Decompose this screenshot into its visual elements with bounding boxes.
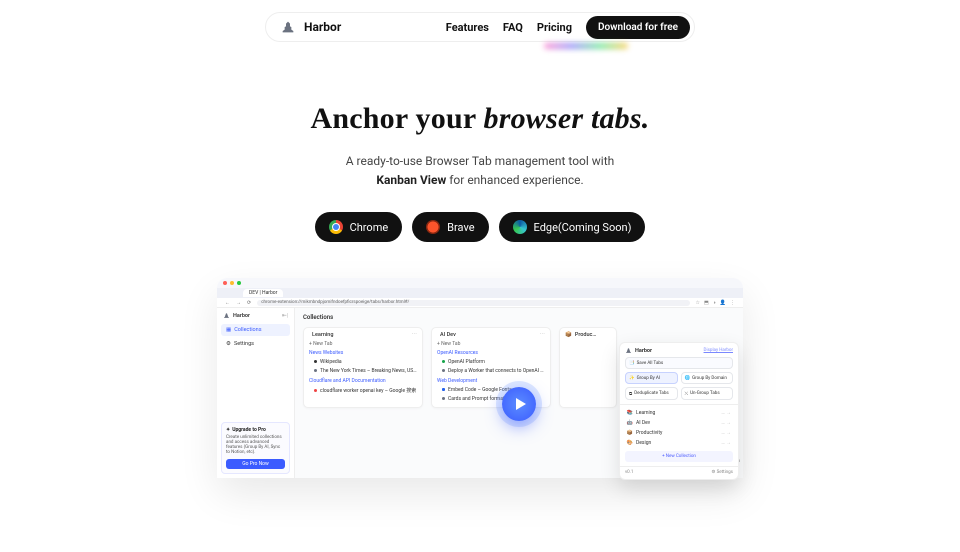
nav-pricing[interactable]: Pricing: [537, 21, 572, 34]
hero-heading: Anchor your browser tabs.: [0, 102, 960, 136]
browser-tabbar: DEV | Harbor: [217, 288, 743, 298]
hero: Anchor your browser tabs. A ready-to-use…: [0, 102, 960, 242]
product-screenshot: DEV | Harbor ←→⟳ chrome-extension://mikm…: [217, 278, 743, 478]
column-productivity: 📦Produc…: [559, 327, 617, 408]
nav-glow: [544, 43, 628, 49]
group-ai-button[interactable]: ✨Group By AI: [625, 372, 678, 384]
sidebar-item-settings[interactable]: ⚙Settings: [221, 338, 290, 350]
app-main: Collections Learning⋯ + New Tab News Web…: [295, 308, 743, 478]
display-harbor-link[interactable]: Display Harbor: [704, 348, 733, 353]
hero-sub: A ready-to-use Browser Tab management to…: [0, 152, 960, 190]
harbor-logo-icon: [280, 19, 296, 35]
new-collection-button[interactable]: + New Collection: [625, 451, 733, 462]
ungroup-button[interactable]: ⤬Un-Group Tabs: [681, 387, 734, 400]
top-nav: Harbor Features FAQ Pricing Download for…: [265, 12, 695, 42]
popup-item[interactable]: 🎨Design… →: [625, 438, 733, 448]
play-video-button[interactable]: [502, 387, 536, 421]
nav-faq[interactable]: FAQ: [503, 21, 523, 34]
popup-item[interactable]: 📚Learning… →: [625, 408, 733, 418]
extension-popup: Harbor Display Harbor 📑Save All Tabs ✨Gr…: [619, 342, 739, 480]
main-heading: Collections: [303, 314, 735, 321]
sidebar-item-collections[interactable]: ▦Collections: [221, 324, 290, 336]
brave-chip[interactable]: Brave: [412, 212, 488, 242]
address-bar: ←→⟳ chrome-extension://mikmbndpjomifndoe…: [217, 298, 743, 308]
upgrade-card: ✦Upgrade to Pro Create unlimited collect…: [221, 422, 290, 474]
chrome-chip[interactable]: Chrome: [315, 212, 403, 242]
save-all-tabs-button[interactable]: 📑Save All Tabs: [625, 357, 733, 369]
edge-chip[interactable]: Edge(Coming Soon): [499, 212, 646, 242]
nav-features[interactable]: Features: [446, 21, 489, 34]
app-sidebar: Harbor⇤| ▦Collections ⚙Settings ✦Upgrade…: [217, 308, 295, 478]
popup-item[interactable]: 📦Productivity… →: [625, 428, 733, 438]
go-pro-button[interactable]: Go Pro Now: [226, 459, 285, 469]
popup-settings[interactable]: ⚙ Settings: [711, 470, 733, 475]
brand-name: Harbor: [304, 20, 341, 34]
dedup-button[interactable]: ⧉Deduplicate Tabs: [625, 387, 678, 400]
browser-chips: Chrome Brave Edge(Coming Soon): [0, 212, 960, 242]
edge-icon: [513, 220, 527, 234]
popup-item[interactable]: 🤖AI Dev… →: [625, 418, 733, 428]
harbor-logo-icon: [223, 312, 230, 319]
brave-icon: [426, 220, 440, 234]
group-domain-button[interactable]: 🌐Group By Domain: [681, 372, 734, 384]
nav-links: Features FAQ Pricing Download for free: [446, 16, 690, 39]
brand[interactable]: Harbor: [280, 19, 341, 35]
column-learning: Learning⋯ + New Tab News Websites Wikipe…: [303, 327, 423, 408]
chrome-icon: [329, 220, 343, 234]
download-button[interactable]: Download for free: [586, 16, 690, 39]
window-traffic-lights: [217, 278, 743, 288]
url-text: chrome-extension://mikmbndpjomifndoefpfi…: [257, 300, 689, 306]
